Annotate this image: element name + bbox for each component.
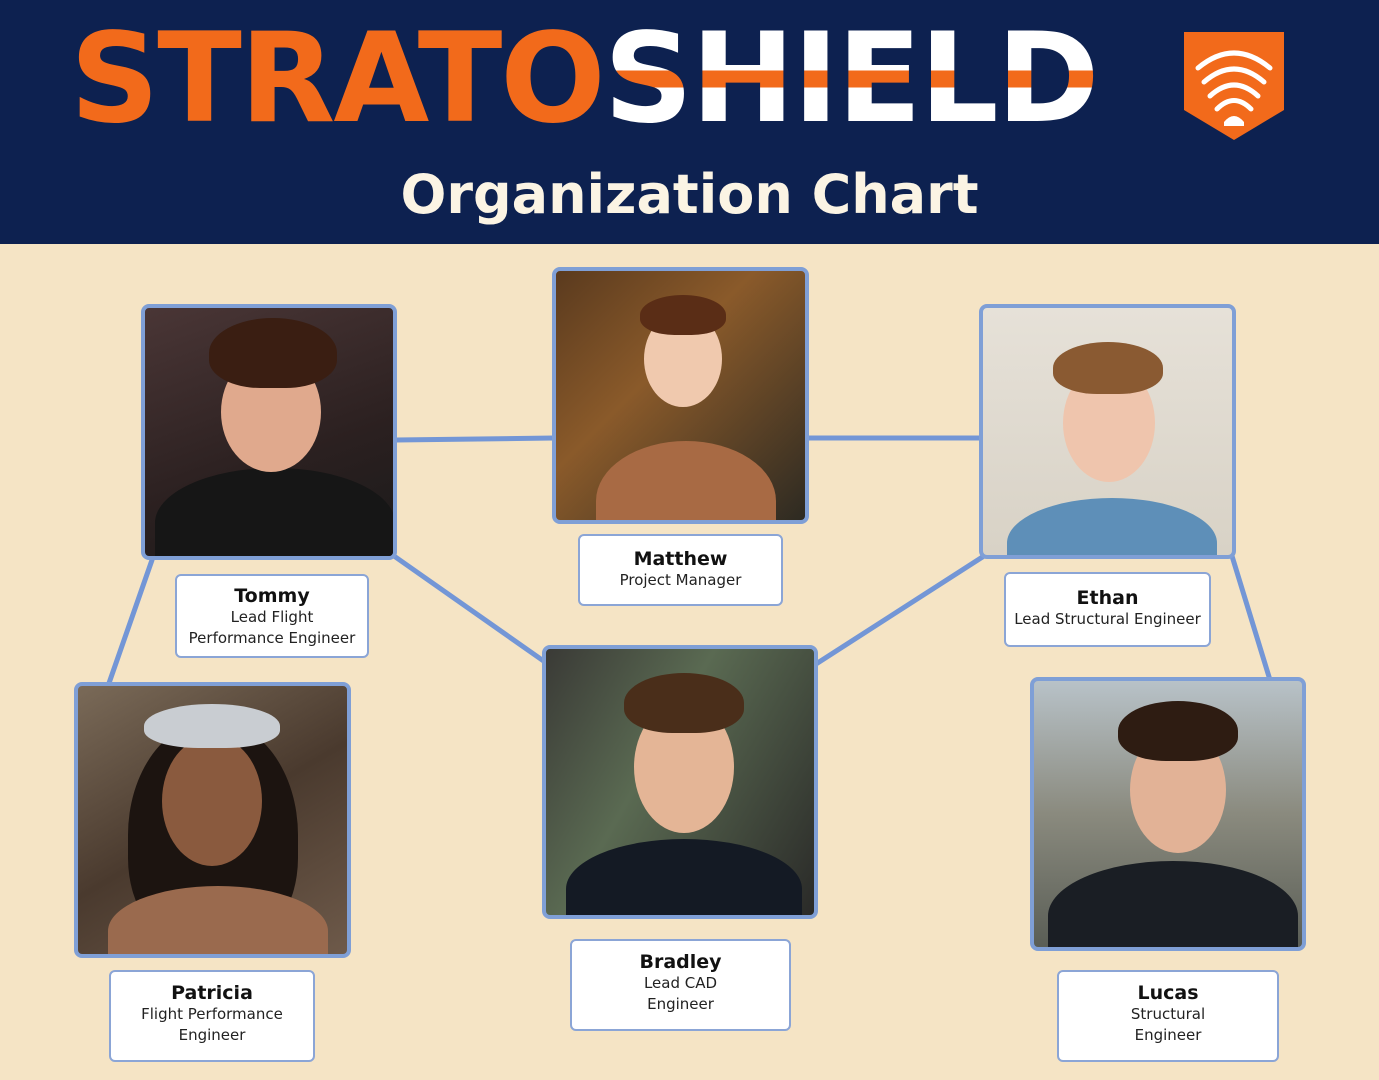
member-role: Performance Engineer (188, 629, 356, 647)
member-role: Engineer (178, 1026, 246, 1044)
member-name: Bradley (639, 951, 722, 973)
card-lucas: Lucas Structural Engineer (1057, 970, 1279, 1062)
member-role: Engineer (647, 995, 714, 1013)
card-tommy: Tommy Lead Flight Performance Engineer (175, 574, 369, 658)
member-name: Matthew (633, 548, 728, 570)
photo-matthew (552, 267, 809, 524)
photo-bradley (542, 645, 818, 919)
member-role: Lead CAD (643, 974, 718, 992)
connector-tommy-bradley (391, 553, 548, 665)
photo-lucas (1030, 677, 1306, 951)
member-name: Lucas (1137, 982, 1199, 1004)
member-name: Tommy (234, 585, 310, 607)
member-name: Patricia (171, 982, 253, 1004)
member-role: Lead Structural Engineer (1014, 610, 1201, 628)
photo-tommy (141, 304, 397, 560)
photo-ethan (979, 304, 1236, 559)
card-patricia: Patricia Flight Performance Engineer (109, 970, 315, 1062)
connector-tommy-patricia (105, 557, 155, 689)
member-name: Ethan (1076, 587, 1139, 609)
member-role: Project Manager (619, 571, 742, 589)
connector-ethan-lucas (1229, 553, 1273, 683)
photo-patricia (74, 682, 351, 958)
card-ethan: Ethan Lead Structural Engineer (1004, 572, 1211, 647)
connector-ethan-bradley (813, 553, 987, 667)
member-role: Flight Performance (141, 1005, 283, 1023)
member-role: Engineer (1134, 1026, 1202, 1044)
member-role: Structural (1130, 1005, 1206, 1023)
member-role: Lead Flight (230, 608, 314, 626)
card-matthew: Matthew Project Manager (578, 534, 783, 606)
card-bradley: Bradley Lead CAD Engineer (570, 939, 791, 1031)
connector-tommy-matthew (393, 435, 557, 443)
